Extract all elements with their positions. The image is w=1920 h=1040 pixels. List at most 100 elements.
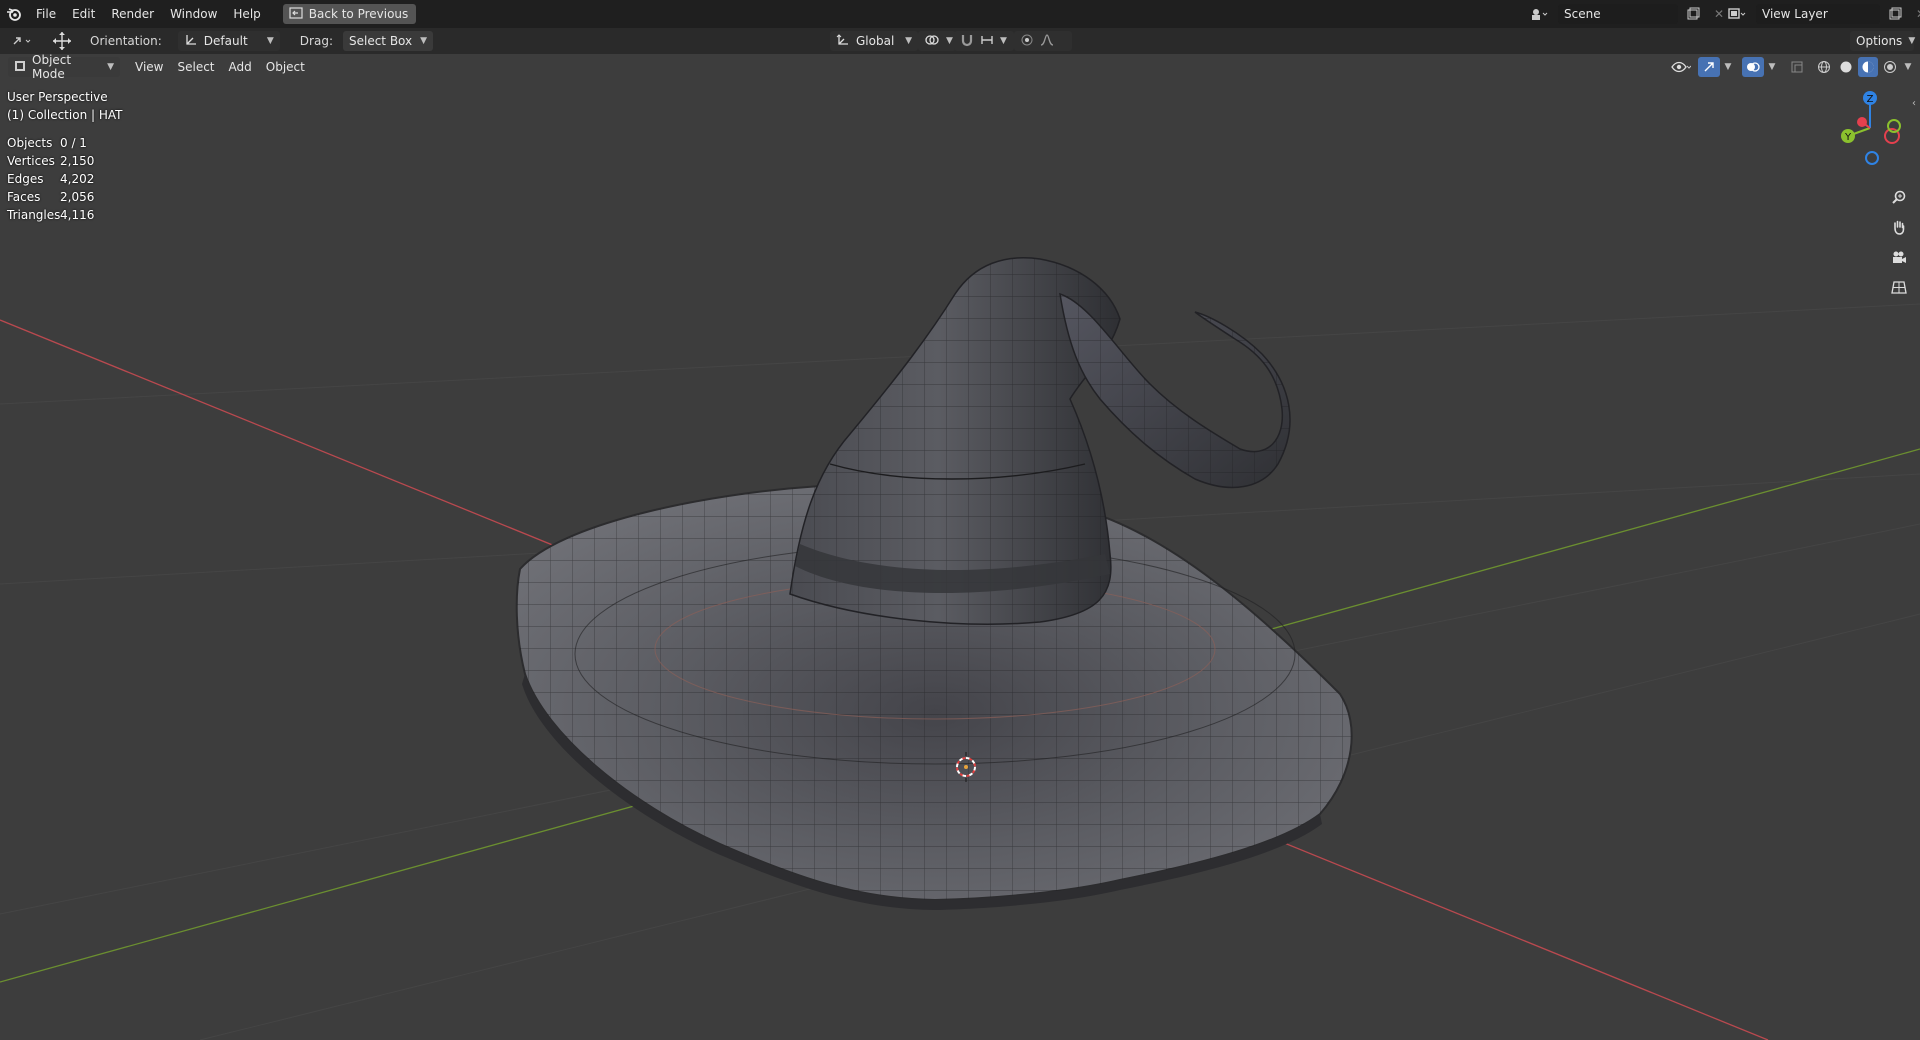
menu-file[interactable]: File xyxy=(28,0,64,28)
back-to-previous-button[interactable]: Back to Previous xyxy=(282,4,417,24)
stat-row: Objects 0 / 1 xyxy=(7,134,94,152)
drag-value: Select Box xyxy=(348,34,413,48)
chevron-down-icon[interactable]: ▼ xyxy=(1902,57,1914,77)
menu-view[interactable]: View xyxy=(128,57,170,77)
move-tool-icon[interactable] xyxy=(48,31,76,51)
orientation-axes-icon xyxy=(184,33,198,50)
drag-dropdown[interactable]: Select Box ▼ xyxy=(342,31,433,51)
pan-hand-icon[interactable] xyxy=(1886,214,1912,240)
stat-row: Vertices 2,150 xyxy=(7,152,94,170)
pivot-point-dropdown[interactable]: ▼ xyxy=(918,31,956,51)
scene-browse-icon[interactable] xyxy=(1524,4,1554,24)
falloff-curve-icon xyxy=(1040,33,1054,50)
perspective-grid-icon[interactable] xyxy=(1886,274,1912,300)
magnet-icon xyxy=(960,33,974,50)
navigation-gizmo[interactable]: Z Y xyxy=(1826,88,1906,168)
mode-value: Object Mode xyxy=(32,53,72,81)
stat-label: Objects xyxy=(7,136,53,150)
stat-value: 0 / 1 xyxy=(60,136,87,150)
mode-dropdown[interactable]: Object Mode ▼ xyxy=(8,53,120,81)
camera-view-icon[interactable] xyxy=(1886,244,1912,270)
proportional-dot-icon xyxy=(1020,33,1034,50)
snap-increment-icon xyxy=(980,33,994,50)
view-layer-name: View Layer xyxy=(1762,7,1828,21)
chevron-down-icon: ▼ xyxy=(1908,36,1916,46)
chevron-down-icon: ▼ xyxy=(1000,36,1007,46)
stat-label: Edges xyxy=(7,172,44,186)
stat-row: Faces 2,056 xyxy=(7,188,94,206)
orientation-label: Orientation: xyxy=(90,34,162,48)
menu-select[interactable]: Select xyxy=(170,57,221,77)
gizmo-y-label: Y xyxy=(1844,132,1852,143)
object-mode-icon xyxy=(14,60,26,75)
options-dropdown[interactable]: Options ▼ xyxy=(1850,31,1916,51)
menu-window[interactable]: Window xyxy=(162,0,225,28)
viewport-header: Object Mode ▼ View Select Add Object ▼ ▼ xyxy=(0,53,1920,81)
new-scene-icon[interactable] xyxy=(1682,4,1704,24)
back-screen-icon xyxy=(289,6,303,22)
scene-name: Scene xyxy=(1564,7,1601,21)
menu-add[interactable]: Add xyxy=(222,57,259,77)
xray-toggle-icon[interactable] xyxy=(1786,57,1808,77)
chevron-down-icon: ▼ xyxy=(905,36,912,46)
zoom-magnifier-icon[interactable] xyxy=(1886,184,1912,210)
visibility-eye-icon[interactable] xyxy=(1666,57,1696,77)
blender-logo-icon[interactable] xyxy=(0,0,28,28)
material-preview-shading-icon[interactable] xyxy=(1858,57,1878,77)
rendered-shading-icon[interactable] xyxy=(1880,57,1900,77)
orientation-dropdown[interactable]: Default ▼ xyxy=(177,31,280,51)
drag-label: Drag: xyxy=(299,34,333,48)
stat-label: Triangles xyxy=(7,208,61,222)
new-view-layer-icon[interactable] xyxy=(1884,4,1906,24)
options-label: Options xyxy=(1856,34,1903,48)
view-layer-name-field[interactable]: View Layer xyxy=(1756,4,1880,24)
stat-label: Faces xyxy=(7,190,41,204)
scene-name-field[interactable]: Scene xyxy=(1558,4,1678,24)
viewport-canvas xyxy=(0,257,1920,1040)
global-axes-icon xyxy=(836,33,850,50)
menu-object[interactable]: Object xyxy=(259,57,312,77)
snap-toggle[interactable]: ▼ xyxy=(954,31,1014,51)
back-to-previous-label: Back to Previous xyxy=(308,7,409,21)
top-menu-bar: File Edit Render Window Help Back to Pre… xyxy=(0,0,1920,28)
stat-value: 4,116 xyxy=(60,208,95,222)
gizmo-neg-z-handle xyxy=(1865,151,1879,165)
scene-statistics: Objects 0 / 1 Vertices 2,150 Edges 4,202… xyxy=(7,134,94,224)
stat-value: 2,150 xyxy=(60,154,95,168)
active-collection-label: (1) Collection | HAT xyxy=(7,108,123,122)
stat-value: 2,056 xyxy=(60,190,95,204)
chevron-down-icon: ▼ xyxy=(107,62,114,72)
tool-settings-header: Orientation: Default ▼ Drag: Select Box … xyxy=(0,28,1920,54)
chevron-down-icon[interactable]: ▼ xyxy=(1766,57,1778,77)
stat-label: Vertices xyxy=(7,154,55,168)
wireframe-shading-icon[interactable] xyxy=(1814,57,1834,77)
transform-orientation-dropdown[interactable]: Global ▼ xyxy=(830,31,918,51)
hat-tip xyxy=(1059,292,1291,489)
menu-render[interactable]: Render xyxy=(103,0,162,28)
orientation-value: Default xyxy=(203,34,248,48)
view-perspective-label: User Perspective xyxy=(7,90,108,104)
gizmo-z-label: Z xyxy=(1867,94,1874,105)
view-layer-browse-icon[interactable] xyxy=(1722,4,1752,24)
chevron-down-icon: ▼ xyxy=(420,36,427,46)
transform-orientation-value: Global xyxy=(856,34,895,48)
menu-help[interactable]: Help xyxy=(225,0,268,28)
menu-edit[interactable]: Edit xyxy=(64,0,103,28)
remove-view-layer-icon[interactable]: ✕ xyxy=(1910,4,1920,24)
gizmo-toggle-icon[interactable] xyxy=(1698,57,1720,77)
chevron-down-icon[interactable]: ▼ xyxy=(1722,57,1734,77)
overlays-toggle-icon[interactable] xyxy=(1742,57,1764,77)
chevron-down-icon: ▼ xyxy=(946,36,953,46)
sidebar-toggle-arrow-icon[interactable]: ‹ xyxy=(1912,98,1916,109)
editor-type-icon[interactable] xyxy=(8,31,38,51)
pivot-point-icon xyxy=(924,33,940,50)
stat-value: 4,202 xyxy=(60,172,95,186)
3d-viewport[interactable]: Object Mode ▼ View Select Add Object ▼ ▼ xyxy=(0,53,1920,1040)
chevron-down-icon: ▼ xyxy=(266,36,274,46)
viewport-info-overlay: User Perspective (1) Collection | HAT xyxy=(7,88,122,124)
stat-row: Edges 4,202 xyxy=(7,170,94,188)
solid-shading-icon[interactable] xyxy=(1836,57,1856,77)
gizmo-x-handle xyxy=(1857,117,1867,127)
stat-row: Triangles 4,116 xyxy=(7,206,94,224)
proportional-editing-toggle[interactable] xyxy=(1014,31,1072,51)
